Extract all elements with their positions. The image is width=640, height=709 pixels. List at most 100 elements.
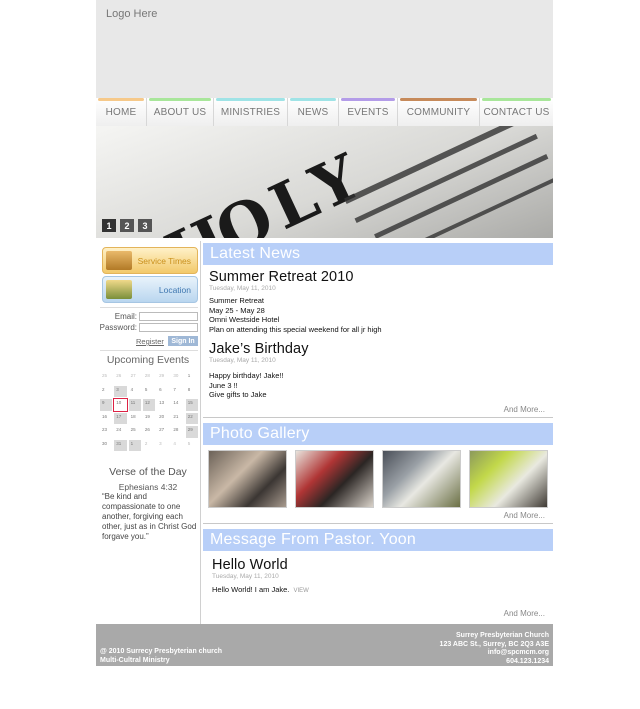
nav-label: CONTACT US xyxy=(483,106,550,118)
calendar-day[interactable]: 5 xyxy=(184,438,199,452)
calendar-day[interactable]: 21 xyxy=(170,411,185,425)
slide-3-button[interactable]: 3 xyxy=(138,219,152,232)
calendar-day[interactable]: 26 xyxy=(113,371,128,385)
article-body: Happy birthday! Jake!! June 3 !! Give gi… xyxy=(209,371,553,400)
calendar-day[interactable]: 3 xyxy=(113,384,128,398)
calendar-day[interactable]: 2 xyxy=(99,384,114,398)
password-field[interactable] xyxy=(139,323,198,332)
calendar-day[interactable]: 16 xyxy=(99,411,114,425)
nav-ministries[interactable]: MINISTRIES xyxy=(214,98,288,126)
article-title[interactable]: Jake’s Birthday xyxy=(209,341,553,357)
calendar-day[interactable]: 30 xyxy=(99,438,114,452)
calendar-day[interactable]: 31 xyxy=(113,438,128,452)
calendar-day[interactable]: 26 xyxy=(141,425,157,439)
article-line: Plan on attending this special weekend f… xyxy=(209,325,382,335)
calendar-day[interactable]: 27 xyxy=(156,425,171,439)
article-line: June 3 !! xyxy=(209,380,238,390)
email-field[interactable] xyxy=(139,312,198,321)
nav-accent-bar xyxy=(482,98,551,101)
location-label: Location xyxy=(158,284,191,295)
calendar-day[interactable]: 12 xyxy=(141,398,157,412)
nav-label: NEWS xyxy=(297,106,329,118)
nav-events[interactable]: EVENTS xyxy=(339,98,398,126)
calendar-day[interactable]: 28 xyxy=(170,425,185,439)
message-date: Tuesday, May 11, 2010 xyxy=(212,572,279,580)
gallery-photo[interactable] xyxy=(469,449,548,508)
calendar-day[interactable]: 4 xyxy=(170,438,185,452)
nav-home[interactable]: HOME xyxy=(96,98,147,126)
church-building-icon xyxy=(106,280,132,299)
nav-community[interactable]: COMMUNITY xyxy=(398,98,480,126)
news-article: Jake’s Birthday Tuesday, May 11, 2010 Ha… xyxy=(203,341,553,400)
verse-title: Verse of the Day xyxy=(109,466,187,478)
calendar-day[interactable]: 5 xyxy=(141,384,157,398)
calendar-day[interactable]: 18 xyxy=(127,411,142,425)
calendar-day[interactable]: 23 xyxy=(99,425,114,439)
calendar-day[interactable]: 28 xyxy=(141,371,157,385)
message-more-link[interactable]: And More... xyxy=(203,609,553,618)
calendar-day[interactable]: 29 xyxy=(156,371,171,385)
gallery-photo[interactable] xyxy=(208,449,287,508)
gallery-photo[interactable] xyxy=(382,449,461,508)
calendar-day[interactable]: 8 xyxy=(184,384,199,398)
gallery-photo[interactable] xyxy=(295,449,374,508)
calendar-day[interactable]: 25 xyxy=(127,425,142,439)
calendar-day[interactable]: 3 xyxy=(156,438,171,452)
calendar-day[interactable]: 13 xyxy=(156,398,171,412)
divider xyxy=(100,350,198,351)
nav-accent-bar xyxy=(216,98,285,101)
calendar-day[interactable]: 25 xyxy=(99,371,114,385)
calendar-day[interactable]: 1 xyxy=(184,371,199,385)
footer-phone: 604.123.1234 xyxy=(506,657,549,665)
nav-about-us[interactable]: ABOUT US xyxy=(147,98,214,126)
calendar-day[interactable]: 30 xyxy=(170,371,185,385)
article-title[interactable]: Summer Retreat 2010 xyxy=(209,269,553,285)
calendar-day[interactable]: 10 xyxy=(113,398,128,412)
nav-contact-us[interactable]: CONTACT US xyxy=(480,98,553,126)
article-date: Tuesday, May 11, 2010 xyxy=(209,285,276,292)
calendar-day[interactable]: 22 xyxy=(184,411,199,425)
divider xyxy=(100,307,198,308)
nav-accent-bar xyxy=(290,98,336,101)
calendar-day[interactable]: 11 xyxy=(127,398,142,412)
logo[interactable]: Logo Here xyxy=(106,8,157,20)
view-link[interactable]: VIEW xyxy=(293,588,308,594)
message-title[interactable]: Hello World xyxy=(212,557,553,573)
calendar-day[interactable]: 4 xyxy=(127,384,142,398)
gallery-more-link[interactable]: And More... xyxy=(203,511,553,520)
calendar-day[interactable]: 20 xyxy=(156,411,171,425)
calendar-day[interactable]: 19 xyxy=(141,411,157,425)
calendar-day[interactable]: 9 xyxy=(99,398,114,412)
events-calendar: 25 26 27 28 29 30 1 2 3 4 5 6 7 8 9 10 11 12 13 14 15 16 17 18 1… xyxy=(99,371,199,452)
site-footer: @ 2010 Surrecy Presbyterian church Multi… xyxy=(96,624,553,666)
nav-accent-bar xyxy=(98,98,144,101)
main-content: Latest News Summer Retreat 2010 Tuesday,… xyxy=(203,243,553,618)
service-times-button[interactable]: Service Times xyxy=(102,247,198,274)
calendar-day[interactable]: 7 xyxy=(170,384,185,398)
hero-slideshow: H O L Y 1 2 3 xyxy=(96,126,553,238)
article-line: Happy birthday! Jake!! xyxy=(209,370,284,380)
calendar-day[interactable]: 29 xyxy=(184,425,199,439)
calendar-day[interactable]: 27 xyxy=(127,371,142,385)
nav-accent-bar xyxy=(149,98,211,101)
nav-label: EVENTS xyxy=(347,106,389,118)
news-more-link[interactable]: And More... xyxy=(203,405,553,414)
calendar-day[interactable]: 14 xyxy=(170,398,185,412)
calendar-day[interactable]: 24 xyxy=(113,425,128,439)
sign-in-button[interactable]: Sign In xyxy=(168,336,198,346)
nav-label: MINISTRIES xyxy=(220,106,281,118)
article-line: Omni Westside Hotel xyxy=(209,315,280,325)
article-line: May 25 - May 28 xyxy=(209,305,265,315)
footer-email[interactable]: info@spcmcm.org xyxy=(440,649,549,658)
calendar-day[interactable]: 6 xyxy=(156,384,171,398)
calendar-day[interactable]: 15 xyxy=(184,398,199,412)
register-link[interactable]: Register xyxy=(136,337,164,346)
message-body: Hello World! I am Jake. VIEW xyxy=(212,585,553,597)
slide-2-button[interactable]: 2 xyxy=(120,219,134,232)
calendar-day[interactable]: 1 xyxy=(127,438,142,452)
calendar-day[interactable]: 2 xyxy=(141,438,157,452)
nav-news[interactable]: NEWS xyxy=(288,98,339,126)
location-button[interactable]: Location xyxy=(102,276,198,303)
calendar-day[interactable]: 17 xyxy=(113,411,128,425)
slide-1-button[interactable]: 1 xyxy=(102,219,116,232)
